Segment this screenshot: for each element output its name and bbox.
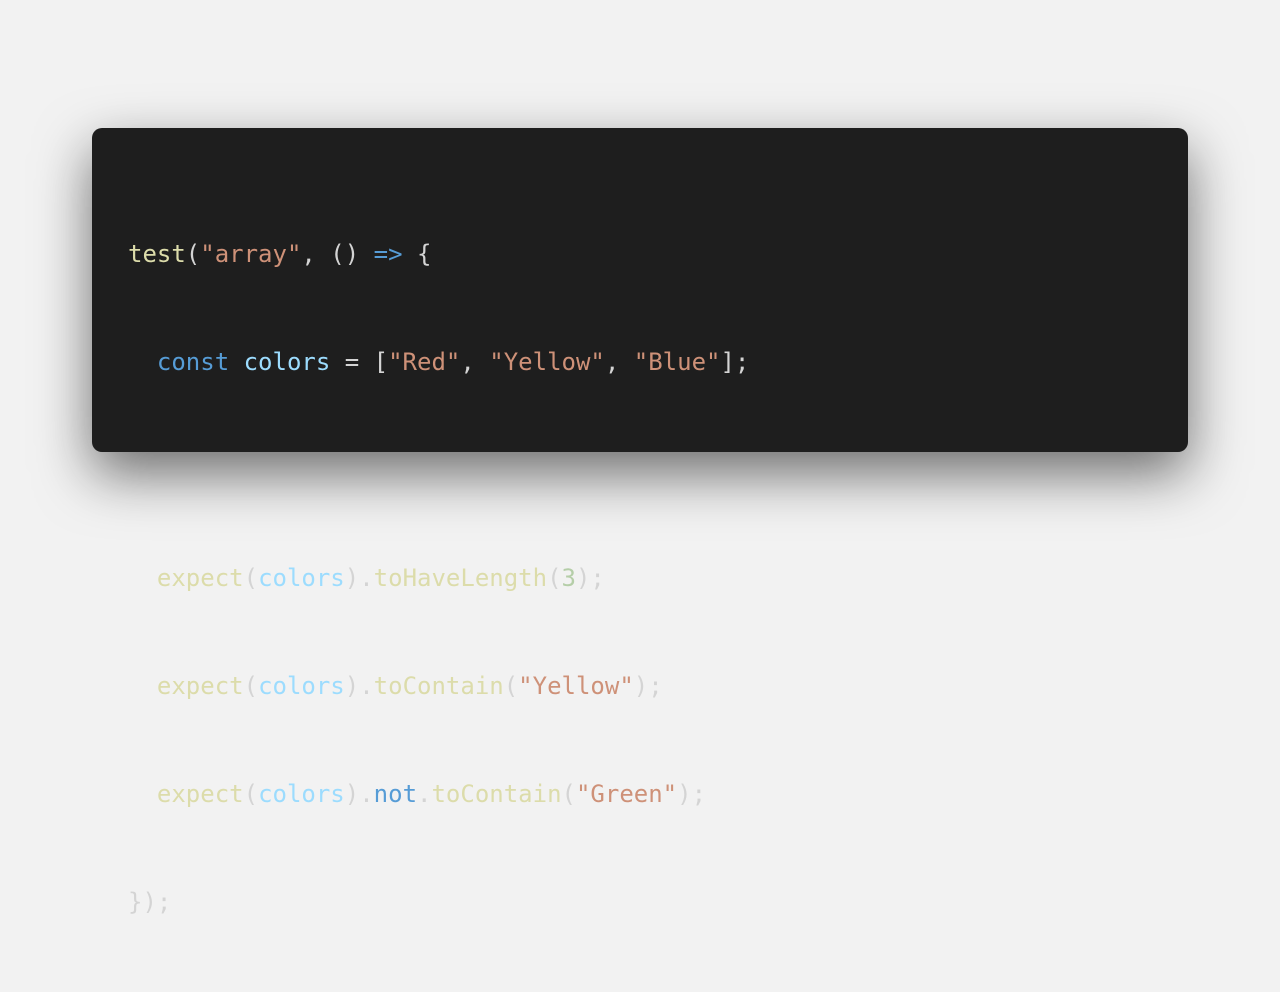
- token-punctuation: (: [547, 564, 562, 592]
- code-line-2: const colors = ["Red", "Yellow", "Blue"]…: [128, 344, 1152, 380]
- token-method: toHaveLength: [373, 564, 548, 592]
- token-punctuation: , (): [301, 240, 374, 268]
- token-punctuation: );: [677, 780, 707, 808]
- token-string: "Yellow": [518, 672, 634, 700]
- token-punctuation: );: [575, 564, 605, 592]
- token-number: 3: [561, 564, 576, 592]
- token-function: expect: [156, 672, 244, 700]
- token-punctuation: ).: [344, 672, 374, 700]
- token-function: expect: [156, 564, 244, 592]
- token-string: "Yellow": [489, 348, 605, 376]
- token-variable: colors: [243, 348, 331, 376]
- token-punctuation: ).: [344, 564, 374, 592]
- token-punctuation: = [: [330, 348, 389, 376]
- code-line-4: expect(colors).toHaveLength(3);: [128, 560, 1152, 596]
- token-punctuation: (: [243, 780, 259, 808]
- token-punctuation: (: [185, 240, 201, 268]
- token-punctuation: (: [561, 780, 576, 808]
- token-string: "array": [200, 240, 302, 268]
- token-string: "Blue": [633, 348, 721, 376]
- token-method: toContain: [431, 780, 562, 808]
- token-method: toContain: [373, 672, 504, 700]
- code-line-3-blank: [128, 452, 1152, 488]
- token-punctuation: (: [503, 672, 519, 700]
- code-line-7: });: [128, 884, 1152, 920]
- token-keyword: const: [156, 348, 230, 376]
- code-line-5: expect(colors).toContain("Yellow");: [128, 668, 1152, 704]
- token-punctuation: .: [417, 780, 432, 808]
- token-punctuation: {: [402, 240, 432, 268]
- token-variable: colors: [258, 564, 345, 592]
- token-keyword: not: [373, 780, 418, 808]
- token-arrow: =>: [373, 240, 403, 268]
- token-punctuation: );: [633, 672, 663, 700]
- code-snippet-card: test("array", () => { const colors = ["R…: [92, 128, 1188, 916]
- token-punctuation: ];: [720, 348, 750, 376]
- code-block: test("array", () => { const colors = ["R…: [128, 164, 1152, 992]
- token-variable: colors: [258, 672, 345, 700]
- token-string: "Green": [575, 780, 678, 808]
- token-punctuation: ,: [604, 348, 634, 376]
- token-punctuation: ).: [344, 780, 374, 808]
- token-string: "Red": [388, 348, 461, 376]
- code-line-6: expect(colors).not.toContain("Green");: [128, 776, 1152, 812]
- token-function: expect: [156, 780, 244, 808]
- token-variable: colors: [258, 780, 345, 808]
- token-punctuation: (: [243, 672, 259, 700]
- token-punctuation: });: [128, 888, 172, 916]
- token-function: test: [128, 240, 186, 268]
- token-punctuation: ,: [460, 348, 490, 376]
- code-line-1: test("array", () => {: [128, 236, 1152, 272]
- token-punctuation: (: [243, 564, 259, 592]
